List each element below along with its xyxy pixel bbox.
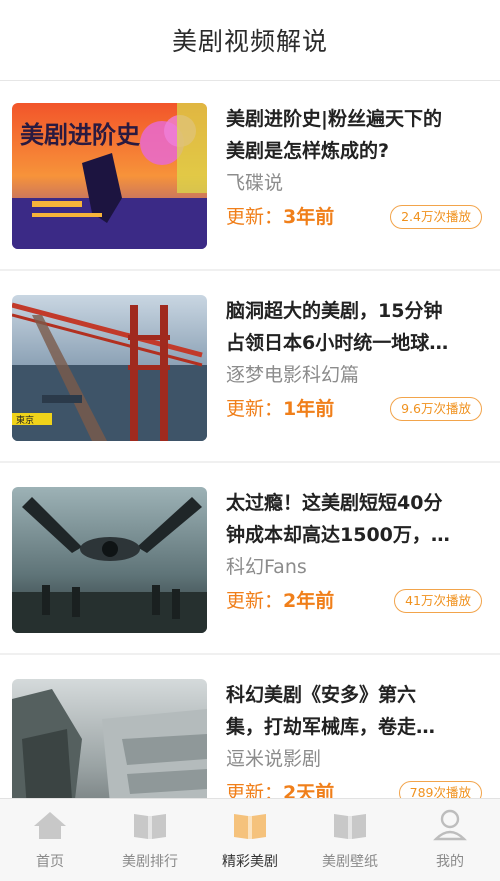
list-item[interactable]: 太过瘾！这美剧短短40分 钟成本却高达1500万，… 科幻Fans 更新：2年前… [0, 465, 500, 655]
video-title-line2[interactable]: 占领日本6小时统一地球… [226, 327, 488, 359]
video-source: 逐梦电影科幻篇 [226, 364, 360, 386]
bottom-tab-bar: 首页 美剧排行 精彩美剧 美剧壁纸 我的 [0, 798, 500, 881]
tab-home[interactable]: 首页 [0, 799, 100, 881]
thumbnail-caption: 美剧进阶史 [20, 121, 141, 149]
tab-label: 美剧壁纸 [322, 854, 378, 870]
update-time: 2天前 [283, 782, 335, 798]
tab-label: 首页 [36, 854, 64, 870]
update-label: 更新：2天前 [226, 782, 334, 798]
update-time: 1年前 [283, 398, 335, 420]
tab-label: 美剧排行 [122, 854, 178, 870]
update-time: 2年前 [283, 590, 335, 612]
app-header: 美剧视频解说 [0, 0, 500, 81]
video-list[interactable]: 美剧进阶史 美剧进阶史|粉丝遍天下的 美剧是怎样炼成的? 飞碟说 更新：3年前 … [0, 81, 500, 798]
book-icon [334, 814, 366, 839]
tab-ranking[interactable]: 美剧排行 [100, 799, 200, 881]
video-source: 科幻Fans [226, 556, 307, 578]
video-thumbnail[interactable] [12, 487, 207, 633]
video-title-line1[interactable]: 脑洞超大的美剧，15分钟 [226, 295, 488, 327]
play-count-badge: 41万次播放 [394, 589, 482, 613]
tab-wallpaper[interactable]: 美剧壁纸 [300, 799, 400, 881]
update-label: 更新：2年前 [226, 590, 335, 612]
tab-label: 精彩美剧 [222, 854, 278, 870]
user-icon [433, 809, 467, 841]
video-thumbnail[interactable]: 東京 [12, 295, 207, 441]
play-count-badge: 9.6万次播放 [390, 397, 482, 421]
update-label: 更新：3年前 [226, 206, 335, 228]
play-count-badge: 789次播放 [398, 781, 482, 798]
tab-profile[interactable]: 我的 [400, 799, 500, 881]
home-icon [34, 812, 66, 839]
book-icon [134, 814, 166, 839]
play-count-badge: 2.4万次播放 [390, 205, 482, 229]
page-title: 美剧视频解说 [171, 27, 328, 56]
video-title-line1[interactable]: 科幻美剧《安多》第六 [226, 679, 488, 711]
thumbnail-caption: 東京 [16, 414, 34, 426]
video-title-line1[interactable]: 美剧进阶史|粉丝遍天下的 [226, 103, 488, 135]
update-label: 更新：1年前 [226, 398, 335, 420]
list-item[interactable]: 東京 脑洞超大的美剧，15分钟 占领日本6小时统一地球… 逐梦电影科幻篇 更新：… [0, 273, 500, 463]
video-title-line2[interactable]: 钟成本却高达1500万，… [226, 519, 488, 551]
video-source: 逗米说影剧 [226, 748, 322, 770]
update-time: 3年前 [283, 206, 335, 228]
video-title-line1[interactable]: 太过瘾！这美剧短短40分 [226, 487, 488, 519]
list-item[interactable]: 美剧进阶史 美剧进阶史|粉丝遍天下的 美剧是怎样炼成的? 飞碟说 更新：3年前 … [0, 81, 500, 271]
video-source: 飞碟说 [226, 172, 284, 194]
book-icon [234, 814, 266, 839]
video-title-line2[interactable]: 集，打劫军械库，卷走… [226, 711, 488, 743]
tab-label: 我的 [436, 854, 464, 870]
video-thumbnail[interactable]: 美剧进阶史 [12, 103, 207, 249]
list-item[interactable]: 科幻美剧《安多》第六 集，打劫军械库，卷走… 逗米说影剧 更新：2天前 789次… [0, 657, 500, 798]
video-thumbnail[interactable] [12, 679, 207, 798]
video-title-line2[interactable]: 美剧是怎样炼成的? [226, 135, 488, 167]
tab-featured[interactable]: 精彩美剧 [200, 799, 300, 881]
